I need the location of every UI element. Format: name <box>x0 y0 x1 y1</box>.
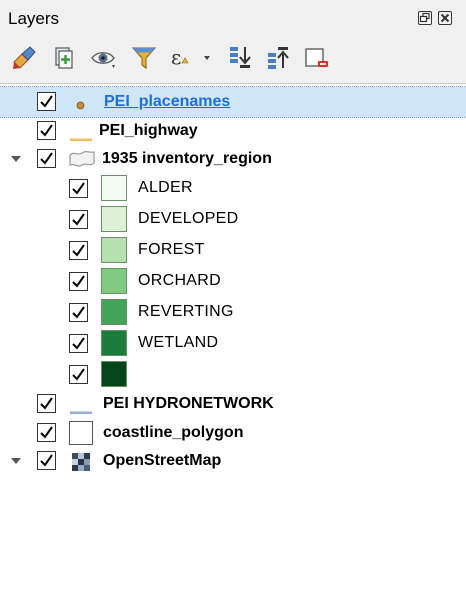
legend-class-alder[interactable]: ALDER <box>0 172 466 203</box>
class-color-swatch <box>101 330 127 356</box>
layer-name: coastline_polygon <box>103 424 244 441</box>
class-visibility-checkbox[interactable] <box>69 334 88 353</box>
style-paint-icon[interactable] <box>10 44 38 72</box>
layer-tree: PEI_placenames PEI_highway 1935 inventor… <box>0 83 466 602</box>
layer-name: PEI_placenames <box>104 93 231 110</box>
legend-class-unlabeled[interactable] <box>0 358 466 389</box>
svg-text:ε: ε <box>171 45 181 69</box>
class-color-swatch <box>101 175 127 201</box>
layer-row-pei-placenames[interactable]: PEI_placenames <box>0 86 466 118</box>
class-visibility-checkbox[interactable] <box>69 303 88 322</box>
class-color-swatch <box>101 206 127 232</box>
layers-panel: Layers ε PEI_placenames PEI_highway 1935… <box>0 0 466 602</box>
point-dot <box>76 101 85 110</box>
class-label: DEVELOPED <box>138 210 239 227</box>
collapse-all-icon[interactable] <box>264 44 292 72</box>
panel-titlebar: Layers <box>0 0 466 38</box>
expand-all-icon[interactable] <box>226 44 254 72</box>
class-visibility-checkbox[interactable] <box>69 210 88 229</box>
class-color-swatch <box>101 268 127 294</box>
layer-name: OpenStreetMap <box>103 452 222 469</box>
layer-visibility-checkbox[interactable] <box>37 451 56 470</box>
expression-filter-icon[interactable]: ε <box>170 44 210 72</box>
layer-visibility-checkbox[interactable] <box>37 394 56 413</box>
layer-visibility-checkbox[interactable] <box>37 423 56 442</box>
layer-visibility-checkbox[interactable] <box>37 92 56 111</box>
collapse-arrow-icon[interactable] <box>9 454 23 468</box>
float-panel-icon[interactable] <box>418 11 432 25</box>
legend-class-forest[interactable]: FOREST <box>0 234 466 265</box>
close-panel-icon[interactable] <box>438 11 452 25</box>
legend-class-developed[interactable]: DEVELOPED <box>0 203 466 234</box>
panel-title: Layers <box>8 9 60 28</box>
class-visibility-checkbox[interactable] <box>69 365 88 384</box>
layer-row-pei-highway[interactable]: PEI_highway <box>0 116 466 146</box>
class-label: REVERTING <box>138 303 234 320</box>
layer-visibility-checkbox[interactable] <box>37 149 56 168</box>
layer-name: 1935 inventory_region <box>102 150 272 167</box>
class-color-swatch <box>101 237 127 263</box>
raster-symbol-icon <box>72 453 90 476</box>
class-label: FOREST <box>138 241 205 258</box>
layer-row-pei-hydronetwork[interactable]: PEI HYDRONETWORK <box>0 389 466 419</box>
collapse-arrow-icon[interactable] <box>9 152 23 166</box>
filter-funnel-icon[interactable] <box>130 44 158 72</box>
layer-visibility-checkbox[interactable] <box>37 121 56 140</box>
class-visibility-checkbox[interactable] <box>69 241 88 260</box>
class-color-swatch <box>101 299 127 325</box>
eye-visibility-icon[interactable] <box>90 44 118 72</box>
class-visibility-checkbox[interactable] <box>69 272 88 291</box>
class-label: ALDER <box>138 179 193 196</box>
remove-layer-icon[interactable] <box>302 44 330 72</box>
legend-class-wetland[interactable]: WETLAND <box>0 327 466 358</box>
layers-toolbar: ε <box>0 40 466 78</box>
legend-class-orchard[interactable]: ORCHARD <box>0 265 466 296</box>
class-color-swatch <box>101 361 127 387</box>
point-symbol-icon <box>76 97 85 115</box>
add-group-icon[interactable] <box>50 44 78 72</box>
layer-name: PEI_highway <box>99 122 198 139</box>
layer-row-coastline-polygon[interactable]: coastline_polygon <box>0 418 466 448</box>
layer-name: PEI HYDRONETWORK <box>103 395 274 412</box>
class-label: WETLAND <box>138 334 219 351</box>
class-label: ORCHARD <box>138 272 221 289</box>
layer-row-inventory-region[interactable]: 1935 inventory_region <box>0 144 466 174</box>
polygon-group-symbol-icon <box>68 150 96 173</box>
layer-row-openstreetmap[interactable]: OpenStreetMap <box>0 446 466 476</box>
legend-class-reverting[interactable]: REVERTING <box>0 296 466 327</box>
class-visibility-checkbox[interactable] <box>69 179 88 198</box>
